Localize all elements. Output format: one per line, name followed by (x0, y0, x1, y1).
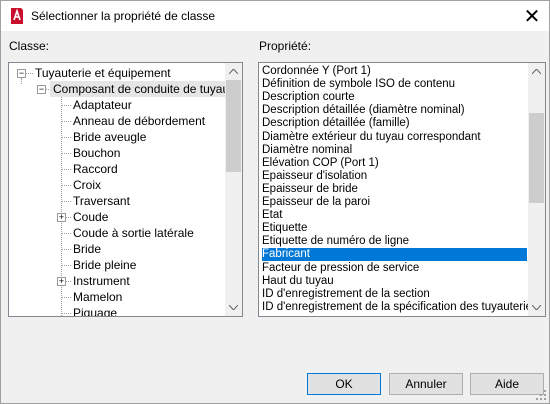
tree-connector (62, 249, 71, 250)
property-item[interactable]: Facteur de pression de service (262, 262, 527, 275)
property-item[interactable]: Etiquette de numéro de ligne (262, 235, 527, 248)
tree-item[interactable]: Instrument (73, 273, 130, 289)
property-item[interactable]: Définition de symbole ISO de contenu (262, 78, 527, 91)
scroll-up-arrow-icon[interactable] (225, 63, 242, 80)
expand-plus-icon[interactable]: + (57, 213, 66, 222)
tree-connector (62, 121, 71, 122)
tree-connector (62, 201, 71, 202)
tree-connector (62, 233, 71, 234)
tree-item[interactable]: Bride pleine (73, 257, 136, 273)
expand-plus-icon[interactable]: + (57, 277, 66, 286)
property-item[interactable]: Epaisseur de bride (262, 183, 527, 196)
property-item[interactable]: Elévation COP (Port 1) (262, 157, 527, 170)
tree-scrollbar[interactable] (225, 63, 242, 316)
tree-connector (62, 105, 71, 106)
tree-item[interactable]: Bride (73, 241, 101, 257)
property-item[interactable]: Epaisseur de la paroi (262, 196, 527, 209)
tree-connector (62, 169, 71, 170)
tree-item[interactable]: Bouchon (73, 145, 120, 161)
tree-item[interactable]: Piquage (73, 305, 117, 316)
tree-item[interactable]: Raccord (73, 161, 118, 177)
collapse-minus-icon[interactable]: − (17, 69, 26, 78)
property-item[interactable]: Description détaillée (diamètre nominal) (262, 104, 527, 117)
tree-item[interactable]: Adaptateur (73, 97, 132, 113)
scroll-down-arrow-icon[interactable] (528, 299, 545, 316)
property-item[interactable]: Diamètre extérieur du tuyau correspondan… (262, 131, 527, 144)
property-list[interactable]: Cordonnée Y (Port 1) Définition de symbol… (258, 62, 546, 317)
property-item[interactable]: Description courte (262, 91, 527, 104)
property-item[interactable]: Epaisseur d'isolation (262, 170, 527, 183)
property-item[interactable]: Etat (262, 209, 527, 222)
property-item[interactable]: Diamètre nominal (262, 144, 527, 157)
tree-connector (62, 265, 71, 266)
property-item[interactable]: Description détaillée (famille) (262, 117, 527, 130)
property-item[interactable]: Haut du tuyau (262, 275, 527, 288)
tree-item[interactable]: Tuyauterie et équipement (35, 65, 171, 81)
property-item[interactable]: Etiquette (262, 222, 527, 235)
tree-connector (21, 78, 22, 84)
scroll-up-arrow-icon[interactable] (528, 63, 545, 80)
classe-label: Classe: (9, 39, 50, 53)
scroll-down-arrow-icon[interactable] (225, 299, 242, 316)
close-button[interactable]: ✕ (515, 1, 549, 31)
ok-button[interactable]: OK (307, 373, 381, 395)
property-item-selected[interactable]: Fabricant (262, 248, 527, 262)
tree-item[interactable]: Mamelon (73, 289, 122, 305)
property-item[interactable]: Cordonnée Y (Port 1) (262, 65, 527, 78)
tree-item[interactable]: Composant de conduite de tuyau (50, 81, 233, 97)
close-icon: ✕ (523, 5, 541, 28)
cancel-button[interactable]: Annuler (389, 373, 463, 395)
collapse-minus-icon[interactable]: − (37, 85, 46, 94)
autocad-app-icon (11, 8, 23, 24)
dialog-window: Sélectionner la propriété de classe ✕ Cl… (0, 0, 550, 404)
tree-connector (62, 185, 71, 186)
tree-scroll-thumb[interactable] (226, 80, 241, 172)
tree-connector (62, 153, 71, 154)
tree-item[interactable]: Traversant (73, 193, 130, 209)
tree-item[interactable]: Anneau de débordement (73, 113, 205, 129)
tree-item[interactable]: Bride aveugle (73, 129, 146, 145)
property-item[interactable]: ID d'enregistrement de la section (262, 288, 527, 301)
propriete-label: Propriété: (259, 39, 312, 53)
help-button[interactable]: Aide (470, 373, 544, 395)
tree-item[interactable]: Coude (73, 209, 108, 225)
resize-grip-icon[interactable] (535, 389, 547, 401)
property-scrollbar[interactable] (528, 63, 545, 316)
tree-connector (62, 137, 71, 138)
tree-item[interactable]: Croix (73, 177, 101, 193)
tree-connector (62, 297, 71, 298)
window-title: Sélectionner la propriété de classe (31, 9, 216, 23)
property-item[interactable]: ID d'enregistrement de la spécification … (262, 301, 538, 314)
title-bar[interactable]: Sélectionner la propriété de classe ✕ (1, 1, 549, 31)
tree-connector (62, 313, 71, 314)
class-tree[interactable]: − Tuyauterie et équipement − Composant de c… (8, 62, 243, 317)
tree-item[interactable]: Coude à sortie latérale (73, 225, 194, 241)
property-scroll-thumb[interactable] (529, 113, 544, 203)
